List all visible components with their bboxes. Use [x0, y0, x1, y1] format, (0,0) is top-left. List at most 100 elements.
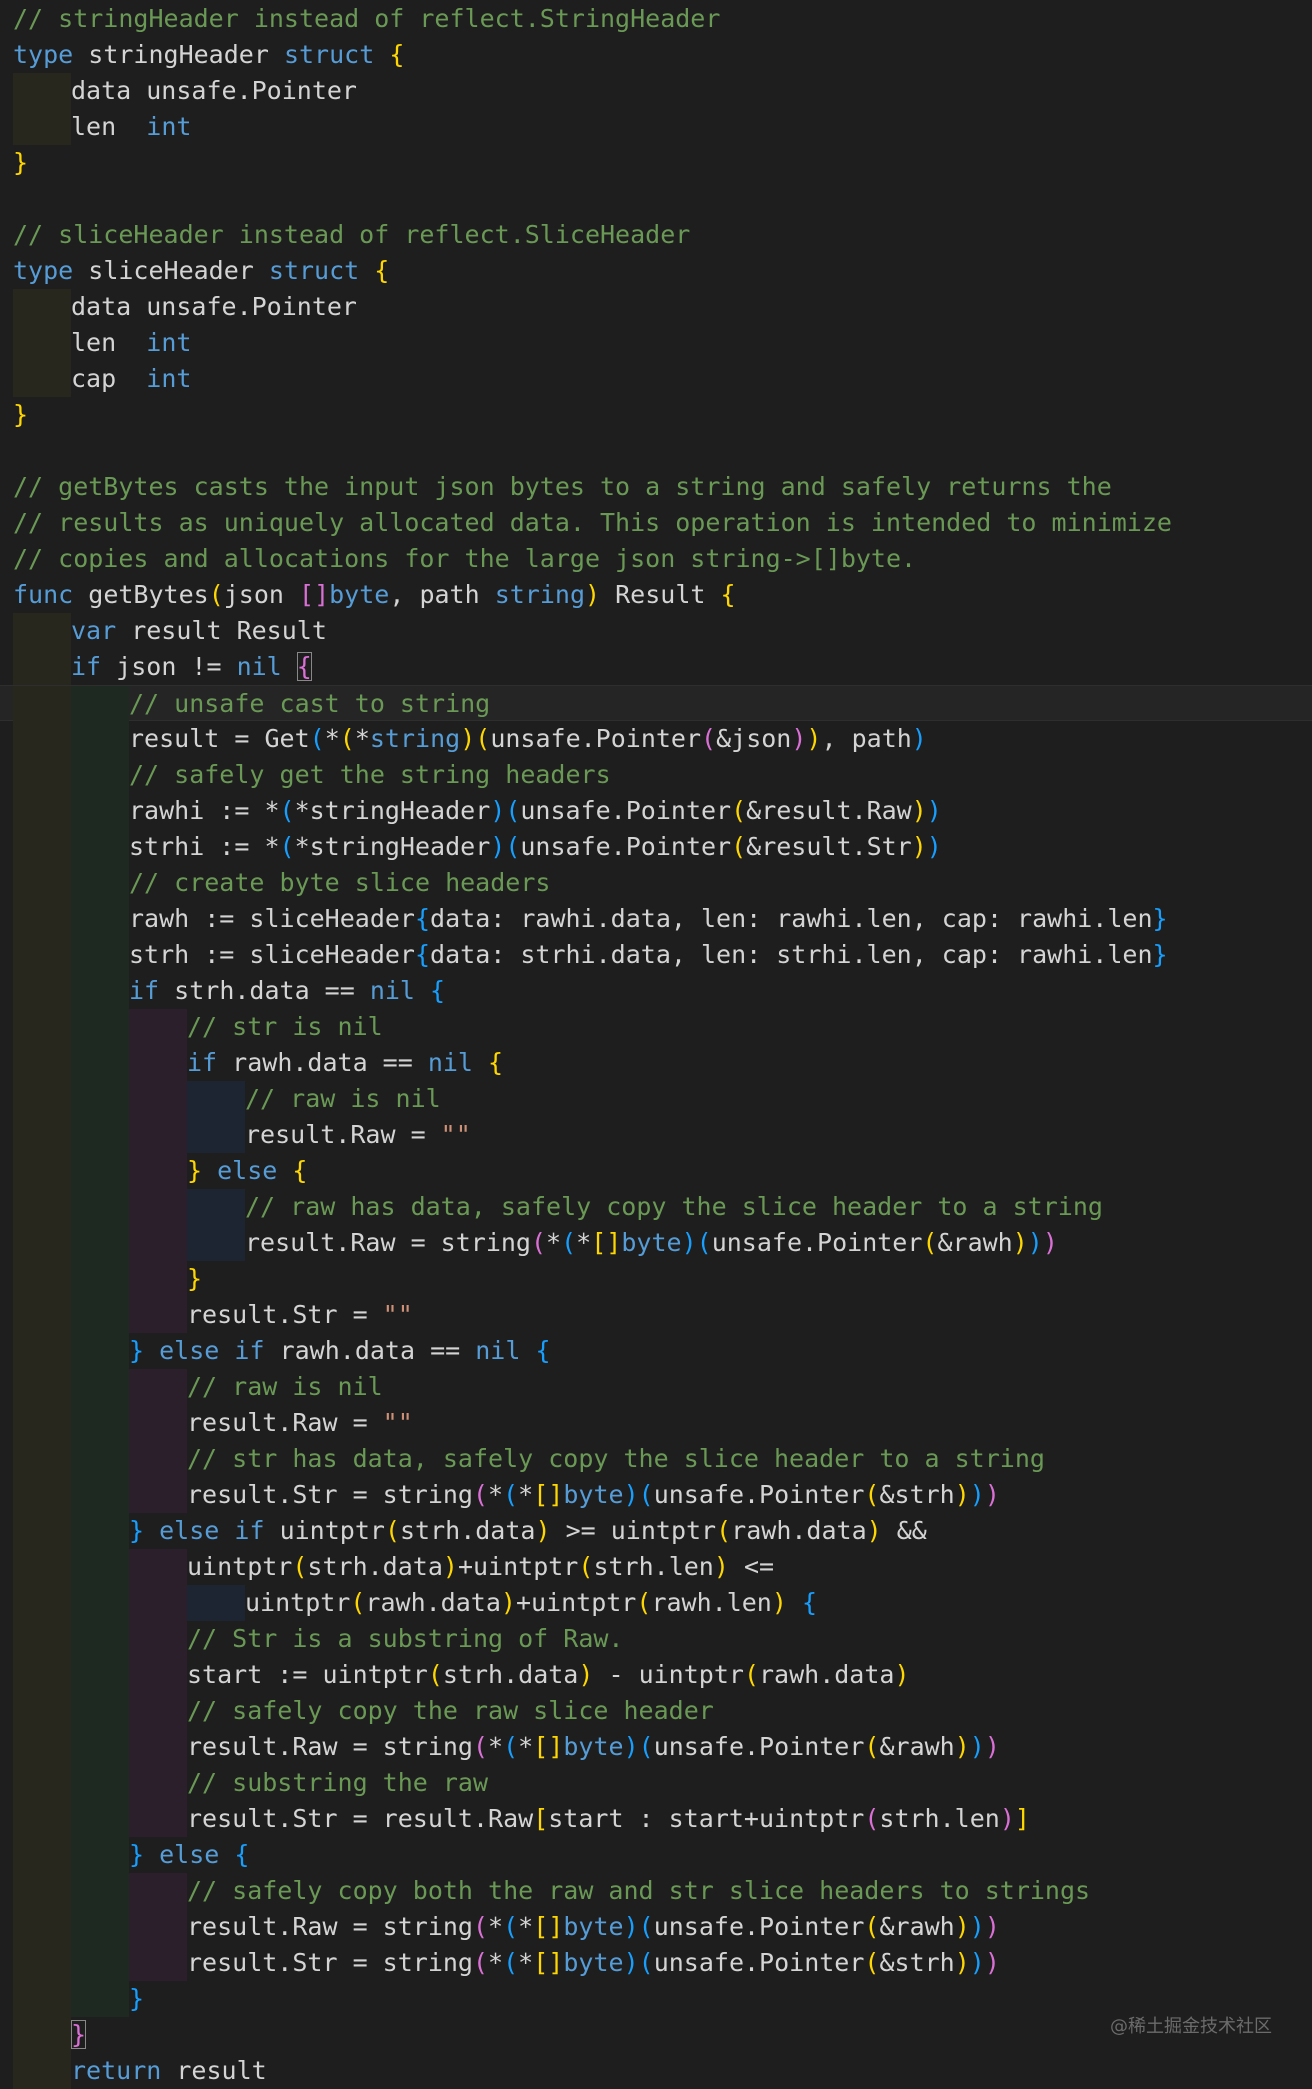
code-line[interactable]: // unsafe cast to string	[0, 685, 1312, 722]
code-line[interactable]: // results as uniquely allocated data. T…	[0, 505, 1312, 541]
code-line[interactable]: return result	[0, 2053, 1312, 2089]
code-line[interactable]: result = Get(*(*string)(unsafe.Pointer(&…	[0, 721, 1312, 757]
code-text: uintptr	[245, 1588, 351, 1617]
keyword: nil	[475, 1336, 521, 1365]
code-line[interactable]: strh := sliceHeader{data: strhi.data, le…	[0, 937, 1312, 973]
string-literal: ""	[382, 1408, 413, 1437]
indent-guide	[71, 1261, 129, 1297]
indent-guide	[71, 901, 129, 937]
string-literal: ""	[440, 1120, 471, 1149]
code-line[interactable]: // stringHeader instead of reflect.Strin…	[0, 1, 1312, 37]
code-text: result.Raw = string	[245, 1228, 531, 1257]
bracket: )	[926, 832, 942, 861]
bracket: )	[911, 724, 927, 753]
code-line[interactable]: // str has data, safely copy the slice h…	[0, 1441, 1312, 1477]
code-line[interactable]: // copies and allocations for the large …	[0, 541, 1312, 577]
code-line[interactable]: strhi := *(*stringHeader)(unsafe.Pointer…	[0, 829, 1312, 865]
code-line[interactable]: // substring the raw	[0, 1765, 1312, 1801]
bracket: []	[533, 1948, 564, 1977]
code-line[interactable]	[0, 433, 1312, 469]
code-line[interactable]: len int	[0, 325, 1312, 361]
code-line[interactable]: func getBytes(json []byte, path string) …	[0, 577, 1312, 613]
code-line[interactable]: uintptr(rawh.data)+uintptr(rawh.len) {	[0, 1585, 1312, 1621]
code-line[interactable]: } else {	[0, 1837, 1312, 1873]
code-content: strhi := *(*stringHeader)(unsafe.Pointer…	[129, 829, 942, 865]
bracket: {	[801, 1588, 818, 1617]
code-line[interactable]: // raw is nil	[0, 1369, 1312, 1405]
code-line[interactable]: }	[0, 397, 1312, 433]
code-line[interactable]: result.Str = string(*(*[]byte)(unsafe.Po…	[0, 1477, 1312, 1513]
indent-guide	[13, 1225, 71, 1261]
code-text: result Result	[116, 616, 327, 645]
indent-guide	[129, 1225, 187, 1261]
code-editor[interactable]: // stringHeader instead of reflect.Strin…	[0, 0, 1312, 2089]
code-line[interactable]: // Str is a substring of Raw.	[0, 1621, 1312, 1657]
bracket: )	[490, 832, 506, 861]
code-line[interactable]: result.Str = string(*(*[]byte)(unsafe.Po…	[0, 1945, 1312, 1981]
code-content: // safely copy both the raw and str slic…	[187, 1873, 1090, 1909]
code-line[interactable]: } else if uintptr(strh.data) >= uintptr(…	[0, 1513, 1312, 1549]
code-line[interactable]: result.Str = ""	[0, 1297, 1312, 1333]
code-line[interactable]: }	[0, 1261, 1312, 1297]
code-line[interactable]: // safely copy the raw slice header	[0, 1693, 1312, 1729]
code-line[interactable]: // safely get the string headers	[0, 757, 1312, 793]
code-content: data unsafe.Pointer	[71, 289, 357, 325]
bracket: {	[292, 1156, 308, 1185]
code-content: // results as uniquely allocated data. T…	[13, 505, 1172, 541]
code-line[interactable]: uintptr(strh.data)+uintptr(strh.len) <=	[0, 1549, 1312, 1585]
code-line[interactable]: result.Raw = ""	[0, 1405, 1312, 1441]
code-line[interactable]: // sliceHeader instead of reflect.SliceH…	[0, 217, 1312, 253]
code-line[interactable]: cap int	[0, 361, 1312, 397]
code-line[interactable]	[0, 181, 1312, 217]
code-text: result.Raw = string	[187, 1732, 473, 1761]
code-line[interactable]: rawhi := *(*stringHeader)(unsafe.Pointer…	[0, 793, 1312, 829]
code-line[interactable]: result.Raw = ""	[0, 1117, 1312, 1153]
code-line[interactable]: result.Raw = string(*(*[]byte)(unsafe.Po…	[0, 1909, 1312, 1945]
indent-guide	[71, 1693, 129, 1729]
bracket: (	[696, 1228, 712, 1257]
code-content: len int	[71, 325, 191, 361]
code-line[interactable]: type stringHeader struct {	[0, 37, 1312, 73]
code-line[interactable]: type sliceHeader struct {	[0, 253, 1312, 289]
bracket: )	[623, 1912, 639, 1941]
code-line[interactable]: // create byte slice headers	[0, 865, 1312, 901]
code-line[interactable]: // raw is nil	[0, 1081, 1312, 1117]
indent-guide	[129, 1873, 187, 1909]
code-line[interactable]: }	[0, 145, 1312, 181]
code-line[interactable]: var result Result	[0, 613, 1312, 649]
code-content: result.Str = result.Raw[start : start+ui…	[187, 1801, 1030, 1837]
indent-guide	[13, 1585, 71, 1621]
code-text: , path	[389, 580, 495, 609]
code-line[interactable]: start := uintptr(strh.data) - uintptr(ra…	[0, 1657, 1312, 1693]
code-line[interactable]: } else {	[0, 1153, 1312, 1189]
indent-guide	[13, 1765, 71, 1801]
code-line[interactable]: len int	[0, 109, 1312, 145]
indent-guide	[13, 1045, 71, 1081]
bracket: (	[638, 1948, 654, 1977]
comment: // raw has data, safely copy the slice h…	[245, 1192, 1103, 1221]
code-line[interactable]: result.Raw = string(*(*[]byte)(unsafe.Po…	[0, 1729, 1312, 1765]
code-line[interactable]: // str is nil	[0, 1009, 1312, 1045]
code-line[interactable]: } else if rawh.data == nil {	[0, 1333, 1312, 1369]
code-line[interactable]: // getBytes casts the input json bytes t…	[0, 469, 1312, 505]
indent-guide	[13, 937, 71, 973]
code-line[interactable]: result.Str = result.Raw[start : start+ui…	[0, 1801, 1312, 1837]
code-line[interactable]: if json != nil {	[0, 649, 1312, 685]
code-line[interactable]: data unsafe.Pointer	[0, 289, 1312, 325]
code-line[interactable]: if strh.data == nil {	[0, 973, 1312, 1009]
code-line[interactable]: rawh := sliceHeader{data: rawhi.data, le…	[0, 901, 1312, 937]
keyword: if	[234, 1336, 265, 1365]
code-line[interactable]: // safely copy both the raw and str slic…	[0, 1873, 1312, 1909]
string-literal: ""	[382, 1300, 413, 1329]
code-line[interactable]: data unsafe.Pointer	[0, 73, 1312, 109]
code-text: unsafe.Pointer	[490, 724, 702, 753]
keyword: type	[13, 40, 74, 69]
bracket: (	[472, 1912, 489, 1941]
bracket: {	[374, 256, 390, 285]
indent-guide	[13, 1837, 71, 1873]
code-line[interactable]: if rawh.data == nil {	[0, 1045, 1312, 1081]
code-line[interactable]: result.Raw = string(*(*[]byte)(unsafe.Po…	[0, 1225, 1312, 1261]
code-line[interactable]: // raw has data, safely copy the slice h…	[0, 1189, 1312, 1225]
